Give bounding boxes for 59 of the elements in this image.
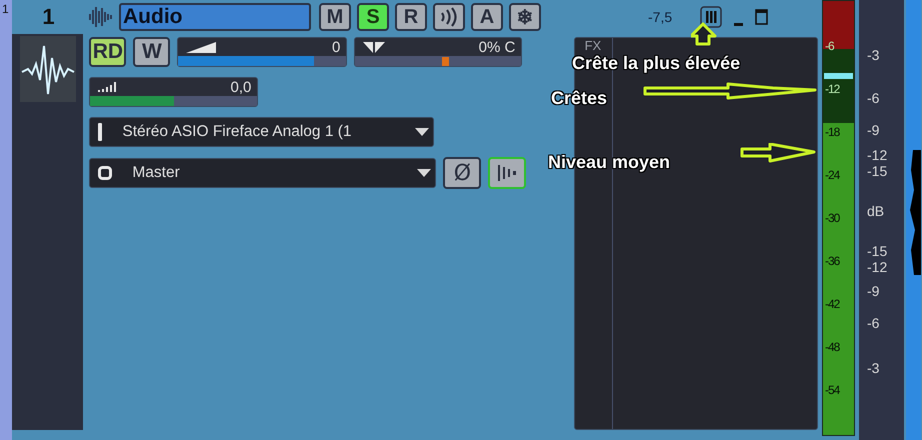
caret-icon [417,169,432,177]
trim-slider[interactable]: 0,0 [89,77,258,107]
pan-slider[interactable]: 0% C [354,37,522,67]
maximize-icon [755,9,768,25]
scale-label: -12 [867,147,888,163]
output-dropdown[interactable]: Master [89,158,436,188]
slider-value: 0 [332,38,340,56]
interleave-button[interactable] [488,157,526,189]
slider-value: 0% C [478,38,516,56]
track-button[interactable]: A [471,3,503,31]
input-dropdown[interactable]: Stéréo ASIO Fireface Analog 1 (1 [89,117,434,147]
meter-tick: -18 [824,125,840,139]
lane-number: 1 [1,2,9,16]
meter-tick: -24 [824,168,840,182]
slider-value: 0,0 [230,78,252,96]
channel-icon [498,163,516,183]
ramp-icon [186,42,216,52]
scale-label: -3 [867,360,880,376]
mode-button[interactable]: W [133,37,170,67]
meter-tick: -48 [824,340,840,354]
meter-tick: -36 [824,254,840,268]
track-button[interactable]: M [319,3,351,31]
track-button[interactable] [433,3,465,31]
dropdown-value: Stéréo ASIO Fireface Analog 1 (1 [122,123,353,141]
columns-icon [700,6,722,28]
meter-tick: -42 [824,297,840,311]
scale-label: dB [867,203,884,219]
input-icon [98,123,102,141]
meter-tick: -30 [824,211,840,225]
scale-label: -3 [867,47,880,63]
scale-label: -9 [867,283,880,299]
volume-slider[interactable]: 0 [177,37,348,67]
track-button[interactable]: R [395,3,427,31]
signal-bars-icon [98,82,116,92]
scale-label: -6 [867,90,880,106]
meter-tick: -12 [824,82,840,96]
sound-waves-icon [439,7,459,27]
output-icon [98,166,112,180]
minimize-icon [734,23,743,26]
pan-icon [363,42,386,52]
dropdown-value: Master [132,164,181,182]
meter-tick: -54 [824,383,840,397]
track-number: 1 [41,4,56,30]
track-button[interactable]: S [357,3,389,31]
scale-label: -15 [867,243,888,259]
scale-label: -6 [867,315,880,331]
waveform-thumbnail [20,36,76,102]
scale-label: -12 [867,259,888,275]
track-button[interactable]: ❄ [509,3,541,31]
scale-label: -15 [867,163,888,179]
peak-marker [824,73,853,79]
caret-icon [415,128,430,136]
track-name-field[interactable]: Audio [119,3,311,31]
peak-reading: -7,5 [648,9,674,25]
waveform-icon [89,5,112,29]
mode-button[interactable]: RD [89,37,126,67]
fx-label: FX [584,38,602,53]
phase-button[interactable]: Ø [443,157,482,189]
scale-label: -9 [867,122,880,138]
